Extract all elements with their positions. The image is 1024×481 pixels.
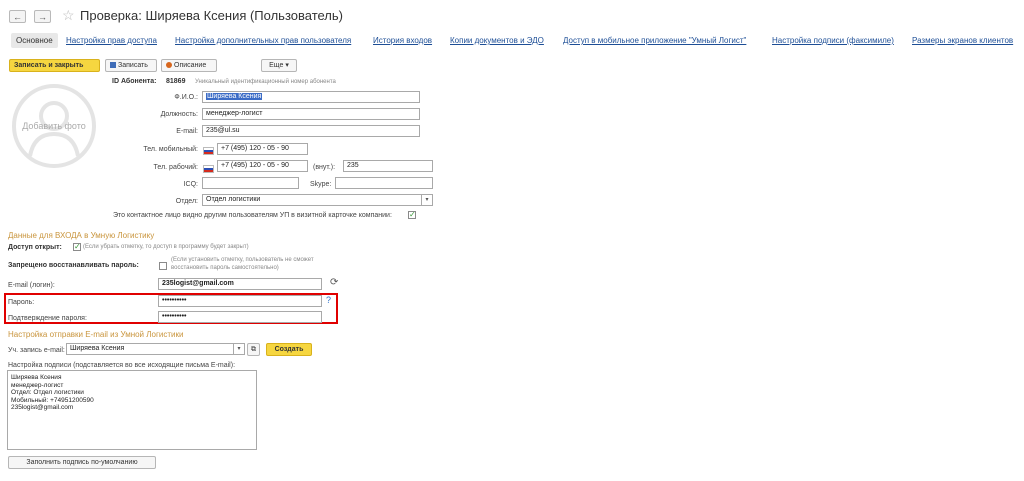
- fio-label: Ф.И.О.:: [174, 94, 198, 101]
- subscriber-id-value: 81869: [166, 78, 186, 85]
- mail-account-value: Ширяева Ксения: [70, 345, 125, 352]
- comment-icon: [166, 62, 172, 68]
- password-label: Пароль:: [8, 299, 35, 306]
- extension-label: (внут.):: [313, 164, 336, 171]
- visible-to-others-label: Это контактное лицо видно другим пользов…: [113, 212, 392, 219]
- extension-field[interactable]: 235: [343, 160, 433, 172]
- subscriber-id-hint: Уникальный идентификационный номер абоне…: [195, 79, 336, 85]
- open-account-button[interactable]: ⧉: [247, 343, 260, 356]
- back-button[interactable]: ←: [9, 10, 26, 23]
- description-label: Описание: [174, 62, 207, 69]
- work-phone-label: Тел. рабочий:: [153, 164, 198, 171]
- access-open-checkbox[interactable]: ✓: [73, 243, 81, 251]
- password-confirm-field[interactable]: ••••••••••: [158, 311, 322, 323]
- password-field[interactable]: ••••••••••: [158, 295, 322, 307]
- access-open-label: Доступ открыт:: [8, 244, 62, 251]
- tab-documents-edo[interactable]: Копии документов и ЭДО: [450, 36, 544, 45]
- russia-flag-icon[interactable]: [203, 147, 214, 155]
- email-label: E-mail:: [176, 128, 198, 135]
- signature-line: Ширяева Ксения: [11, 374, 62, 381]
- chevron-down-icon[interactable]: ▾: [233, 344, 244, 354]
- mobile-phone-field[interactable]: +7 (495) 120 - 05 - 90: [217, 143, 308, 155]
- save-label: Записать: [118, 62, 148, 69]
- login-email-field[interactable]: 235logist@gmail.com: [158, 278, 322, 290]
- login-section-header: Данные для ВХОДА в Умную Логистику: [8, 231, 155, 240]
- email-field[interactable]: 235@ul.su: [202, 125, 420, 137]
- signature-line: Мобильный: +74951200590: [11, 396, 94, 404]
- department-select[interactable]: Отдел логистики ▾: [202, 194, 433, 206]
- create-account-button[interactable]: Создать: [266, 343, 312, 356]
- position-field[interactable]: менеджер-логист: [202, 108, 420, 120]
- department-value: Отдел логистики: [206, 196, 261, 203]
- signature-textarea[interactable]: Ширяева Ксения менеджер-логист Отдел: От…: [7, 370, 257, 450]
- favorite-star-icon[interactable]: ☆: [62, 7, 75, 24]
- tab-login-history[interactable]: История входов: [373, 36, 432, 45]
- password-confirm-label: Подтверждение пароля:: [8, 315, 87, 322]
- tab-screen-sizes[interactable]: Размеры экранов клиентов: [912, 36, 1013, 45]
- restore-hint-line2: восстановить пароль самостоятельно): [171, 265, 279, 271]
- fill-default-signature-button[interactable]: Заполнить подпись по-умолчанию: [8, 456, 156, 469]
- description-button[interactable]: Описание: [161, 59, 217, 72]
- no-password-restore-checkbox[interactable]: [159, 262, 167, 270]
- more-menu-button[interactable]: Еще ▾: [261, 59, 297, 72]
- save-icon: [110, 62, 116, 68]
- icq-label: ICQ:: [183, 181, 198, 188]
- mail-account-select[interactable]: Ширяева Ксения ▾: [66, 343, 245, 355]
- refresh-icon[interactable]: ⟳: [330, 277, 338, 288]
- tab-access-rights[interactable]: Настройка прав доступа: [66, 36, 157, 45]
- visible-to-others-checkbox[interactable]: ✓: [408, 211, 416, 219]
- save-button[interactable]: Записать: [105, 59, 157, 72]
- add-photo-label: Добавить фото: [22, 121, 86, 131]
- chevron-down-icon[interactable]: ▾: [421, 195, 432, 205]
- tab-extra-rights[interactable]: Настройка дополнительных прав пользовате…: [175, 36, 351, 45]
- mobile-phone-label: Тел. мобильный:: [143, 146, 198, 153]
- signature-line: Отдел: Отдел логистики: [11, 389, 84, 397]
- fio-value: Ширяева Ксения: [206, 93, 263, 100]
- department-label: Отдел:: [175, 198, 198, 205]
- page-title: Проверка: Ширяева Ксения (Пользователь): [80, 8, 343, 23]
- tab-signature[interactable]: Настройка подписи (факсимиле): [772, 36, 894, 45]
- mail-account-label: Уч. запись e-mail:: [8, 347, 65, 354]
- tab-main[interactable]: Основное: [11, 33, 58, 48]
- save-close-button[interactable]: Записать и закрыть: [9, 59, 100, 72]
- skype-field[interactable]: [335, 177, 433, 189]
- position-label: Должность:: [160, 111, 198, 118]
- signature-settings-label: Настройка подписи (подставляется во все …: [8, 362, 236, 369]
- signature-line: менеджер-логист: [11, 381, 64, 389]
- russia-flag-icon[interactable]: [203, 165, 214, 173]
- password-help-icon[interactable]: ?: [326, 295, 331, 305]
- photo-placeholder[interactable]: Добавить фото: [10, 76, 98, 177]
- skype-label: Skype:: [310, 181, 332, 188]
- icq-field[interactable]: [202, 177, 299, 189]
- subscriber-id-label: ID Абонента:: [112, 78, 157, 85]
- work-phone-field[interactable]: +7 (495) 120 - 05 - 90: [217, 160, 308, 172]
- login-email-label: E-mail (логин):: [8, 282, 55, 289]
- fio-field[interactable]: Ширяева Ксения: [202, 91, 420, 103]
- signature-line: 235logist@gmail.com: [11, 404, 74, 412]
- restore-hint-line1: (Если установить отметку, пользователь н…: [171, 257, 314, 263]
- access-open-hint: (Если убрать отметку, то доступ в програ…: [83, 244, 249, 250]
- open-link-icon: ⧉: [251, 346, 256, 353]
- tab-mobile-app[interactable]: Доступ в мобильное приложение "Умный Лог…: [563, 36, 746, 45]
- forward-button[interactable]: →: [34, 10, 51, 23]
- mail-section-header: Настройка отправки E-mail из Умной Логис…: [8, 330, 184, 339]
- no-password-restore-label: Запрещено восстанавливать пароль:: [8, 262, 139, 269]
